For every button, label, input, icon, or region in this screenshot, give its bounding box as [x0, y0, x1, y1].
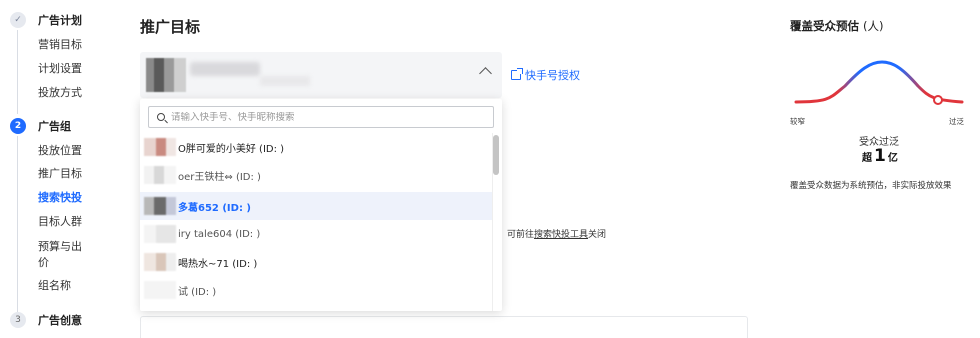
- step-item-placement[interactable]: 投放位置: [38, 143, 82, 159]
- account-select[interactable]: [140, 52, 502, 98]
- step-item-label: 价: [38, 256, 49, 269]
- next-section-box: [140, 316, 748, 338]
- step-item-plan-settings[interactable]: 计划设置: [38, 61, 82, 77]
- step-item-marketing-goal[interactable]: 营销目标: [38, 37, 82, 53]
- step-item-group-name[interactable]: 组名称: [38, 278, 71, 294]
- account-avatar-blurred: [144, 253, 176, 271]
- estimate-prefix: 超: [862, 153, 872, 164]
- panel-title-unit: (人): [863, 19, 884, 33]
- account-avatar-blurred: [144, 225, 176, 243]
- hint-prefix: 可前往: [507, 230, 535, 240]
- panel-title-text: 覆盖受众预估: [790, 19, 859, 33]
- auth-link-label: 快手号授权: [525, 69, 580, 82]
- axis-label-narrow: 较窄: [790, 117, 805, 126]
- scrollbar-thumb[interactable]: [493, 135, 499, 175]
- step-item-delivery-method[interactable]: 投放方式: [38, 85, 82, 101]
- account-option-label: O胖可爱的小美好 (ID: ): [178, 143, 285, 155]
- account-search-input[interactable]: [171, 111, 471, 123]
- external-link-icon: [511, 68, 523, 80]
- kuaishou-auth-link[interactable]: 快手号授权: [511, 67, 580, 83]
- account-option[interactable]: oer王铁柱⇔ (ID: ): [140, 161, 492, 189]
- chevron-up-icon: [479, 67, 492, 80]
- step-item-promotion-target[interactable]: 推广目标: [38, 166, 82, 182]
- account-dropdown: O胖可爱的小美好 (ID: ) oer王铁柱⇔ (ID: ) 多葛652 (ID…: [140, 99, 502, 311]
- estimate-value: 超 1 亿: [862, 146, 898, 166]
- account-avatar-blurred: [146, 58, 186, 92]
- account-option-selected[interactable]: 多葛652 (ID: ): [140, 192, 492, 220]
- account-option-label: 试 (ID: ): [178, 286, 217, 298]
- account-option[interactable]: 喝热水~71 (ID: ): [140, 248, 492, 276]
- step-ad-creative[interactable]: 3 广告创意: [10, 310, 82, 330]
- step-title: 广告创意: [38, 314, 82, 327]
- account-avatar-blurred: [144, 197, 176, 215]
- account-avatar-blurred: [144, 138, 176, 156]
- steps-sidebar: ✓ 广告计划 营销目标 计划设置 投放方式 2 广告组 投放位置 推广目标 搜索…: [0, 0, 112, 338]
- account-name-blurred: [190, 62, 260, 76]
- audience-estimate-title: 覆盖受众预估 (人): [790, 18, 884, 34]
- hint-suffix: 关闭: [588, 230, 607, 240]
- step-item-budget-bid[interactable]: 预算与出 价: [38, 239, 82, 271]
- account-option-label: iry tale604 (ID: ): [178, 228, 261, 240]
- step-title: 广告计划: [38, 14, 82, 27]
- check-icon: ✓: [10, 12, 26, 28]
- account-option-label: oer王铁柱⇔ (ID: ): [178, 171, 261, 183]
- estimate-unit: 亿: [887, 153, 898, 164]
- account-avatar-blurred: [144, 281, 176, 299]
- account-option[interactable]: O胖可爱的小美好 (ID: ): [140, 133, 492, 161]
- axis-label-broad: 过泛: [949, 117, 964, 126]
- account-option[interactable]: 试 (ID: ): [140, 276, 492, 304]
- step-item-label: 预算与出: [38, 240, 82, 253]
- audience-curve-chart: [794, 60, 964, 105]
- step-connector: [17, 136, 18, 312]
- audience-marker: [933, 95, 943, 105]
- step-number-badge: 2: [10, 118, 26, 134]
- section-title: 推广目标: [140, 18, 201, 36]
- step-item-search-quick[interactable]: 搜索快投: [38, 190, 82, 206]
- step-number-badge: 3: [10, 312, 26, 328]
- search-quick-tool-link[interactable]: 搜索快投工具: [534, 230, 588, 240]
- step-item-target-audience[interactable]: 目标人群: [38, 214, 82, 230]
- account-id-blurred: [260, 76, 310, 86]
- account-avatar-blurred: [144, 166, 176, 184]
- step-title: 广告组: [38, 120, 71, 133]
- step-ad-group[interactable]: 2 广告组: [10, 116, 71, 136]
- step-connector: [17, 30, 18, 114]
- account-option[interactable]: iry tale604 (ID: ): [140, 220, 492, 248]
- estimate-disclaimer: 覆盖受众数据为系统预估，非实际投放效果: [790, 181, 952, 191]
- account-option-label: 多葛652 (ID: ): [178, 202, 251, 214]
- search-icon: [157, 113, 165, 121]
- hint-text: 可前往搜索快投工具关闭: [507, 227, 606, 240]
- estimate-number: 1: [874, 146, 886, 166]
- step-ad-plan[interactable]: ✓ 广告计划: [10, 10, 82, 30]
- account-search-box[interactable]: [148, 106, 494, 128]
- account-option-label: 喝热水~71 (ID: ): [178, 258, 258, 270]
